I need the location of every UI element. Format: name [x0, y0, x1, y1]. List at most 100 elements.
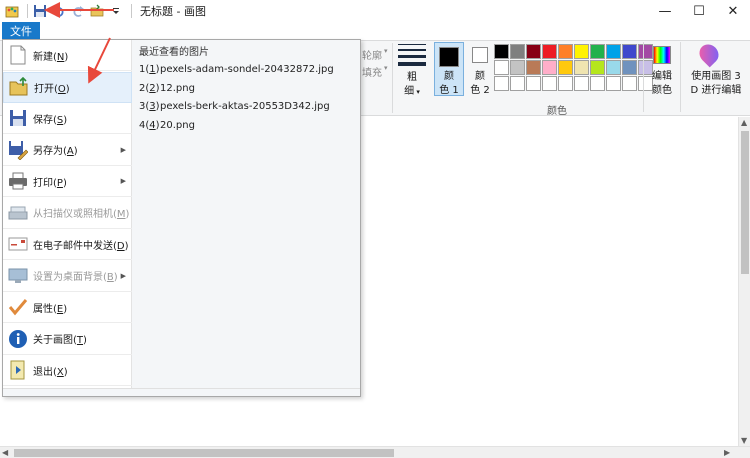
file-menu-item-label: 属性(E) — [33, 303, 68, 315]
redo-icon[interactable] — [70, 3, 86, 19]
edit-with-paint3d-button[interactable]: 使用画图 3 D 进行编辑 — [684, 70, 748, 98]
outline-label[interactable]: 轮廓 — [362, 47, 382, 62]
open-folder-icon — [8, 76, 30, 98]
file-menu-item-p[interactable]: 打印(P) ▶ — [3, 166, 132, 197]
file-menu-item-s[interactable]: 保存(S) — [3, 103, 132, 134]
palette-swatch[interactable] — [510, 44, 525, 59]
palette-swatch[interactable] — [574, 60, 589, 75]
palette-swatch[interactable] — [494, 60, 509, 75]
recent-item-number: 4(4) — [139, 119, 160, 131]
palette-swatch[interactable] — [558, 76, 573, 91]
edit-colors-label-top: 编辑 — [652, 71, 672, 82]
palette-swatch[interactable] — [558, 44, 573, 59]
recent-picture-item[interactable]: 3(3)pexels-berk-aktas-20553D342.jpg — [139, 101, 330, 112]
close-button[interactable]: ✕ — [716, 0, 750, 22]
file-menu-item-n[interactable]: 新建(N) — [3, 40, 132, 71]
horizontal-scrollbar[interactable]: ◀ ▶ — [0, 446, 750, 458]
color2-label-bottom: 色 2 — [470, 85, 490, 96]
paint-app-icon[interactable] — [4, 3, 20, 19]
window-title: 无标题 - 画图 — [140, 5, 206, 18]
palette-swatch[interactable] — [606, 60, 621, 75]
palette-swatch[interactable] — [494, 76, 509, 91]
access-key: B — [106, 272, 114, 283]
recent-picture-item[interactable]: 1(1)pexels-adam-sondel-20432872.jpg — [139, 64, 334, 75]
palette-swatch[interactable] — [606, 44, 621, 59]
quick-open-icon[interactable] — [89, 3, 105, 19]
palette-swatch[interactable] — [622, 76, 637, 91]
file-menu-item-o[interactable]: 打开(O) — [3, 71, 132, 103]
access-key: X — [56, 366, 64, 378]
palette-swatch[interactable] — [558, 60, 573, 75]
file-menu-item-x[interactable]: 退出(X) — [3, 355, 132, 386]
new-file-icon — [7, 44, 29, 66]
file-menu-item-t[interactable]: 关于画图(T) — [3, 324, 132, 355]
palette-swatch[interactable] — [542, 44, 557, 59]
palette-swatch[interactable] — [542, 60, 557, 75]
recent-pictures-panel: 最近查看的图片 1(1)pexels-adam-sondel-20432872.… — [132, 40, 360, 388]
palette-swatch[interactable] — [494, 44, 509, 59]
undo-icon[interactable] — [51, 3, 67, 19]
submenu-arrow-icon: ▶ — [120, 145, 126, 154]
edit-colors-icon[interactable] — [653, 46, 671, 64]
access-key: O — [57, 83, 66, 95]
recent-item-number: 2(2) — [139, 82, 160, 94]
palette-swatch[interactable] — [622, 60, 637, 75]
palette-swatch[interactable] — [510, 76, 525, 91]
palette-swatch[interactable] — [526, 44, 541, 59]
palette-swatch[interactable] — [590, 60, 605, 75]
customize-quick-access-dropdown-icon[interactable] — [108, 3, 124, 19]
palette-swatch[interactable] — [638, 44, 653, 59]
palette-swatch[interactable] — [590, 44, 605, 59]
submenu-arrow-icon: ▶ — [120, 177, 126, 185]
palette-swatch[interactable] — [622, 44, 637, 59]
divider — [680, 42, 681, 112]
save-quick-icon[interactable] — [32, 3, 48, 19]
edit-colors-button[interactable]: 编辑 颜色 — [646, 70, 678, 98]
file-menu: 新建(N) 打开(O) 保存(S) 另存为(A) ▶ 打印(P) ▶ 从扫描仪或照相机(M) 在… — [2, 39, 361, 397]
palette-swatch[interactable] — [542, 76, 557, 91]
palette-swatch[interactable] — [526, 76, 541, 91]
save-icon — [7, 107, 29, 129]
properties-checkmark-icon — [7, 296, 29, 318]
email-icon — [7, 233, 29, 255]
ribbon-tab-bar — [0, 22, 750, 40]
palette-swatch[interactable] — [526, 60, 541, 75]
scroll-up-icon[interactable]: ▲ — [741, 118, 747, 127]
outline-dropdown-icon[interactable]: ▾ — [384, 47, 388, 55]
file-menu-item-b[interactable]: 设置为桌面背景(B) ▶ — [3, 261, 132, 292]
vertical-scrollbar[interactable]: ▲ ▼ — [738, 117, 750, 446]
file-menu-item-d[interactable]: 在电子邮件中发送(D) — [3, 229, 132, 260]
scroll-right-icon[interactable]: ▶ — [724, 448, 730, 457]
access-key: E — [56, 303, 64, 315]
file-menu-item-m[interactable]: 从扫描仪或照相机(M) — [3, 198, 132, 229]
palette-swatch[interactable] — [606, 76, 621, 91]
recent-item-number: 1(1) — [139, 64, 160, 75]
desktop-background-icon — [7, 265, 29, 287]
palette-swatch[interactable] — [574, 76, 589, 91]
recent-picture-item[interactable]: 4(4)20.png — [139, 120, 195, 131]
save-as-icon — [7, 139, 29, 161]
scroll-down-icon[interactable]: ▼ — [741, 436, 747, 445]
divider — [392, 43, 393, 113]
file-menu-item-a[interactable]: 另存为(A) ▶ — [3, 135, 132, 166]
file-menu-item-label: 退出(X) — [33, 366, 68, 378]
file-menu-item-e[interactable]: 属性(E) — [3, 292, 132, 323]
maximize-button[interactable]: ☐ — [682, 0, 716, 22]
thickness-button[interactable]: 粗 细 ▾ — [399, 71, 425, 99]
horizontal-scroll-thumb[interactable] — [14, 449, 394, 457]
file-tab[interactable]: 文件 — [2, 22, 40, 39]
access-key: T — [76, 335, 84, 346]
minimize-button[interactable]: — — [648, 0, 682, 22]
palette-swatch[interactable] — [574, 44, 589, 59]
palette-swatch[interactable] — [510, 60, 525, 75]
thickness-lines-icon[interactable] — [398, 44, 426, 70]
print-icon — [7, 170, 29, 192]
fill-dropdown-icon[interactable]: ▾ — [384, 64, 388, 72]
scroll-left-icon[interactable]: ◀ — [2, 448, 8, 457]
palette-swatch[interactable] — [590, 76, 605, 91]
vertical-scroll-thumb[interactable] — [741, 131, 749, 274]
file-menu-item-label: 关于画图(T) — [33, 335, 87, 346]
recent-picture-item[interactable]: 2(2)12.png — [139, 83, 195, 94]
file-menu-item-label: 在电子邮件中发送(D) — [33, 240, 129, 252]
fill-label[interactable]: 填充 — [362, 64, 382, 79]
